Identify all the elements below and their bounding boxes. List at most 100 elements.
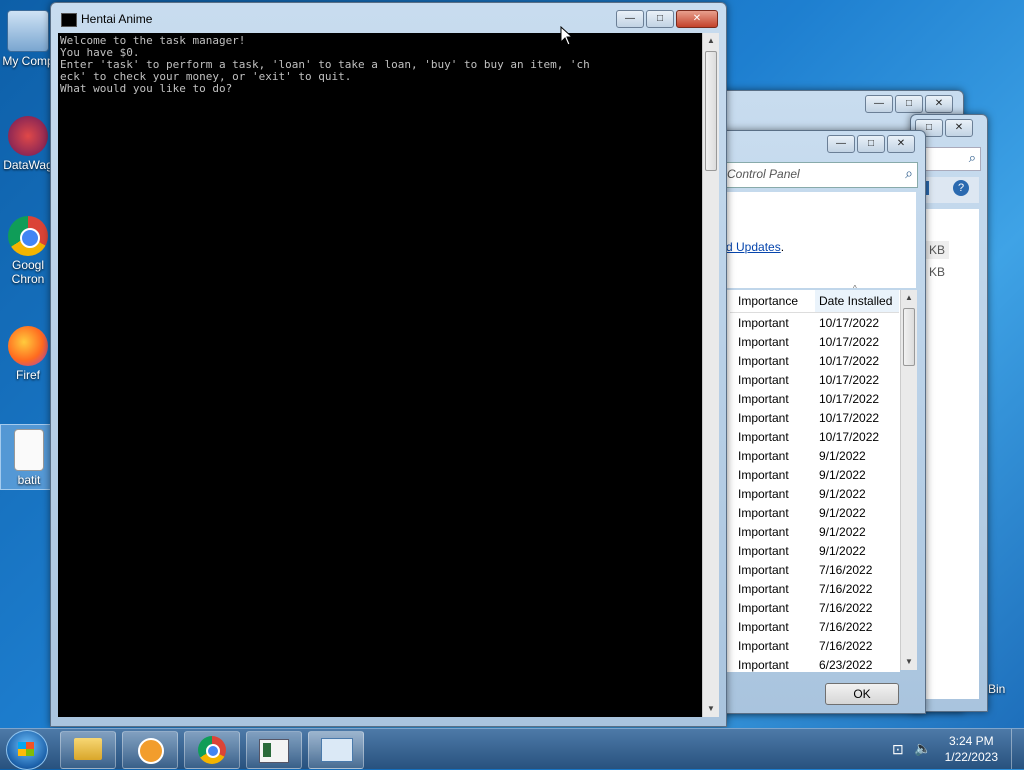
datawag-shortcut-icon bbox=[8, 116, 48, 156]
table-row[interactable]: Important 9/1/2022 bbox=[738, 447, 866, 466]
desktop-icon-datawag[interactable]: DataWag bbox=[0, 116, 56, 172]
table-row[interactable]: Important 10/17/2022 bbox=[738, 428, 879, 447]
minimize-button[interactable]: — bbox=[616, 10, 644, 28]
show-desktop-button[interactable] bbox=[1011, 729, 1024, 769]
cell-importance: Important bbox=[738, 506, 789, 520]
search-icon: ⌕ bbox=[968, 150, 976, 165]
volume-icon[interactable]: 🔈 bbox=[914, 740, 931, 757]
table-row[interactable]: Important 7/16/2022 bbox=[738, 580, 872, 599]
table-row[interactable]: Important 10/17/2022 bbox=[738, 352, 879, 371]
table-row[interactable]: Important 9/1/2022 bbox=[738, 466, 866, 485]
media-player-icon bbox=[138, 738, 164, 764]
console-scrollbar[interactable]: ▲ ▼ bbox=[702, 33, 719, 717]
maximize-button[interactable]: □ bbox=[646, 10, 674, 28]
maximize-button[interactable]: □ bbox=[857, 135, 885, 153]
system-clock[interactable]: 3:24 PM 1/22/2023 bbox=[945, 733, 998, 765]
desktop-icon-label: DataWag bbox=[3, 158, 53, 172]
cell-date-installed: 7/16/2022 bbox=[819, 601, 873, 615]
sort-indicator-icon: ^ bbox=[853, 284, 857, 293]
close-button[interactable]: ✕ bbox=[925, 95, 953, 113]
maximize-button[interactable]: □ bbox=[895, 95, 923, 113]
taskbar-chrome[interactable] bbox=[184, 731, 240, 769]
table-row[interactable]: Important 9/1/2022 bbox=[738, 504, 866, 523]
desktop-icon-label: Googl Chron bbox=[11, 258, 45, 286]
search-icon: ⌕ bbox=[905, 165, 913, 181]
close-button[interactable]: ✕ bbox=[887, 135, 915, 153]
cell-importance: Important bbox=[738, 620, 789, 634]
cell-importance: Important bbox=[738, 658, 789, 672]
installed-updates-link-line: d Updates. bbox=[726, 240, 784, 254]
clock-date: 1/22/2023 bbox=[944, 750, 998, 764]
table-row[interactable]: Important 7/16/2022 bbox=[738, 637, 872, 656]
list-scrollbar[interactable]: ▲ ▼ bbox=[900, 290, 917, 670]
help-icon[interactable]: ? bbox=[953, 180, 969, 196]
table-row[interactable]: Important 10/17/2022 bbox=[738, 409, 879, 428]
search-placeholder: Control Panel bbox=[727, 167, 800, 181]
table-row[interactable]: Important 9/1/2022 bbox=[738, 485, 866, 504]
scroll-up-arrow-icon[interactable]: ▲ bbox=[901, 290, 917, 306]
minimize-button[interactable]: — bbox=[865, 95, 893, 113]
control-panel-icon bbox=[321, 738, 353, 762]
kb-label: KB bbox=[925, 241, 950, 259]
computer-icon bbox=[7, 10, 49, 52]
explorer-icon bbox=[74, 738, 102, 760]
ok-button[interactable]: OK bbox=[825, 683, 899, 705]
chrome-icon bbox=[198, 736, 226, 764]
table-row[interactable]: Important 10/17/2022 bbox=[738, 371, 879, 390]
link-suffix: . bbox=[780, 240, 785, 254]
scroll-thumb[interactable] bbox=[903, 308, 915, 366]
recycle-bin-label[interactable]: Bin bbox=[988, 682, 1005, 696]
cell-date-installed: 9/1/2022 bbox=[819, 468, 866, 482]
scroll-down-arrow-icon[interactable]: ▼ bbox=[703, 701, 719, 717]
scroll-thumb[interactable] bbox=[705, 51, 717, 171]
taskbar-console-app[interactable] bbox=[246, 731, 302, 769]
close-button[interactable]: ✕ bbox=[676, 10, 718, 28]
cell-date-installed: 7/16/2022 bbox=[819, 620, 873, 634]
start-button[interactable] bbox=[6, 730, 48, 770]
cell-importance: Important bbox=[738, 335, 789, 349]
cell-importance: Important bbox=[738, 525, 789, 539]
table-row[interactable]: Important 7/16/2022 bbox=[738, 618, 872, 637]
window-title: Hentai Anime bbox=[81, 12, 153, 26]
clock-time: 3:24 PM bbox=[948, 734, 994, 748]
cell-date-installed: 10/17/2022 bbox=[819, 373, 880, 387]
table-row[interactable]: Important 10/17/2022 bbox=[738, 314, 879, 333]
desktop-icon-chrome[interactable]: Googl Chron bbox=[0, 216, 56, 286]
cell-date-installed: 10/17/2022 bbox=[819, 354, 880, 368]
cell-date-installed: 7/16/2022 bbox=[819, 582, 873, 596]
cell-importance: Important bbox=[738, 468, 789, 482]
cell-importance: Important bbox=[738, 354, 789, 368]
cell-date-installed: 9/1/2022 bbox=[819, 487, 866, 501]
scroll-up-arrow-icon[interactable]: ▲ bbox=[703, 33, 719, 49]
table-row[interactable]: Important 10/17/2022 bbox=[738, 390, 879, 409]
table-row[interactable]: Important 7/16/2022 bbox=[738, 561, 872, 580]
console-window[interactable]: Hentai Anime — □ ✕ Welcome to the task m… bbox=[50, 2, 727, 727]
minimize-button[interactable]: — bbox=[827, 135, 855, 153]
installed-updates-link[interactable]: d Updates bbox=[726, 240, 781, 254]
cell-date-installed: 10/17/2022 bbox=[819, 430, 880, 444]
network-icon[interactable]: ⊡ bbox=[892, 741, 904, 758]
taskbar-explorer[interactable] bbox=[60, 731, 116, 769]
taskbar-media-player[interactable] bbox=[122, 731, 178, 769]
scroll-down-arrow-icon[interactable]: ▼ bbox=[901, 654, 917, 670]
cell-date-installed: 10/17/2022 bbox=[819, 392, 880, 406]
cell-importance: Important bbox=[738, 430, 789, 444]
cell-importance: Important bbox=[738, 373, 789, 387]
desktop-icon-my-computer[interactable]: My Comp bbox=[0, 10, 56, 68]
address-search-box[interactable]: Control Panel ⌕ bbox=[726, 162, 918, 188]
desktop-icon-label: batit bbox=[17, 473, 41, 487]
table-row[interactable]: Important 9/1/2022 bbox=[738, 523, 866, 542]
kb-label: KB bbox=[929, 265, 946, 279]
table-row[interactable]: Important 9/1/2022 bbox=[738, 542, 866, 561]
desktop-icon-firefox[interactable]: Firef bbox=[0, 326, 56, 382]
table-row[interactable]: Important 10/17/2022 bbox=[738, 333, 879, 352]
taskbar-control-panel[interactable] bbox=[308, 731, 364, 769]
table-row[interactable]: Important 6/23/2022 bbox=[738, 656, 872, 675]
console-output[interactable]: Welcome to the task manager! You have $0… bbox=[58, 33, 702, 717]
text-file-icon bbox=[14, 429, 44, 471]
column-header-date-installed[interactable]: Date Installed bbox=[815, 290, 899, 313]
close-button[interactable]: ✕ bbox=[945, 119, 973, 137]
table-row[interactable]: Important 7/16/2022 bbox=[738, 599, 872, 618]
chrome-shortcut-icon bbox=[8, 216, 48, 256]
column-header-importance[interactable]: Importance bbox=[730, 290, 823, 313]
